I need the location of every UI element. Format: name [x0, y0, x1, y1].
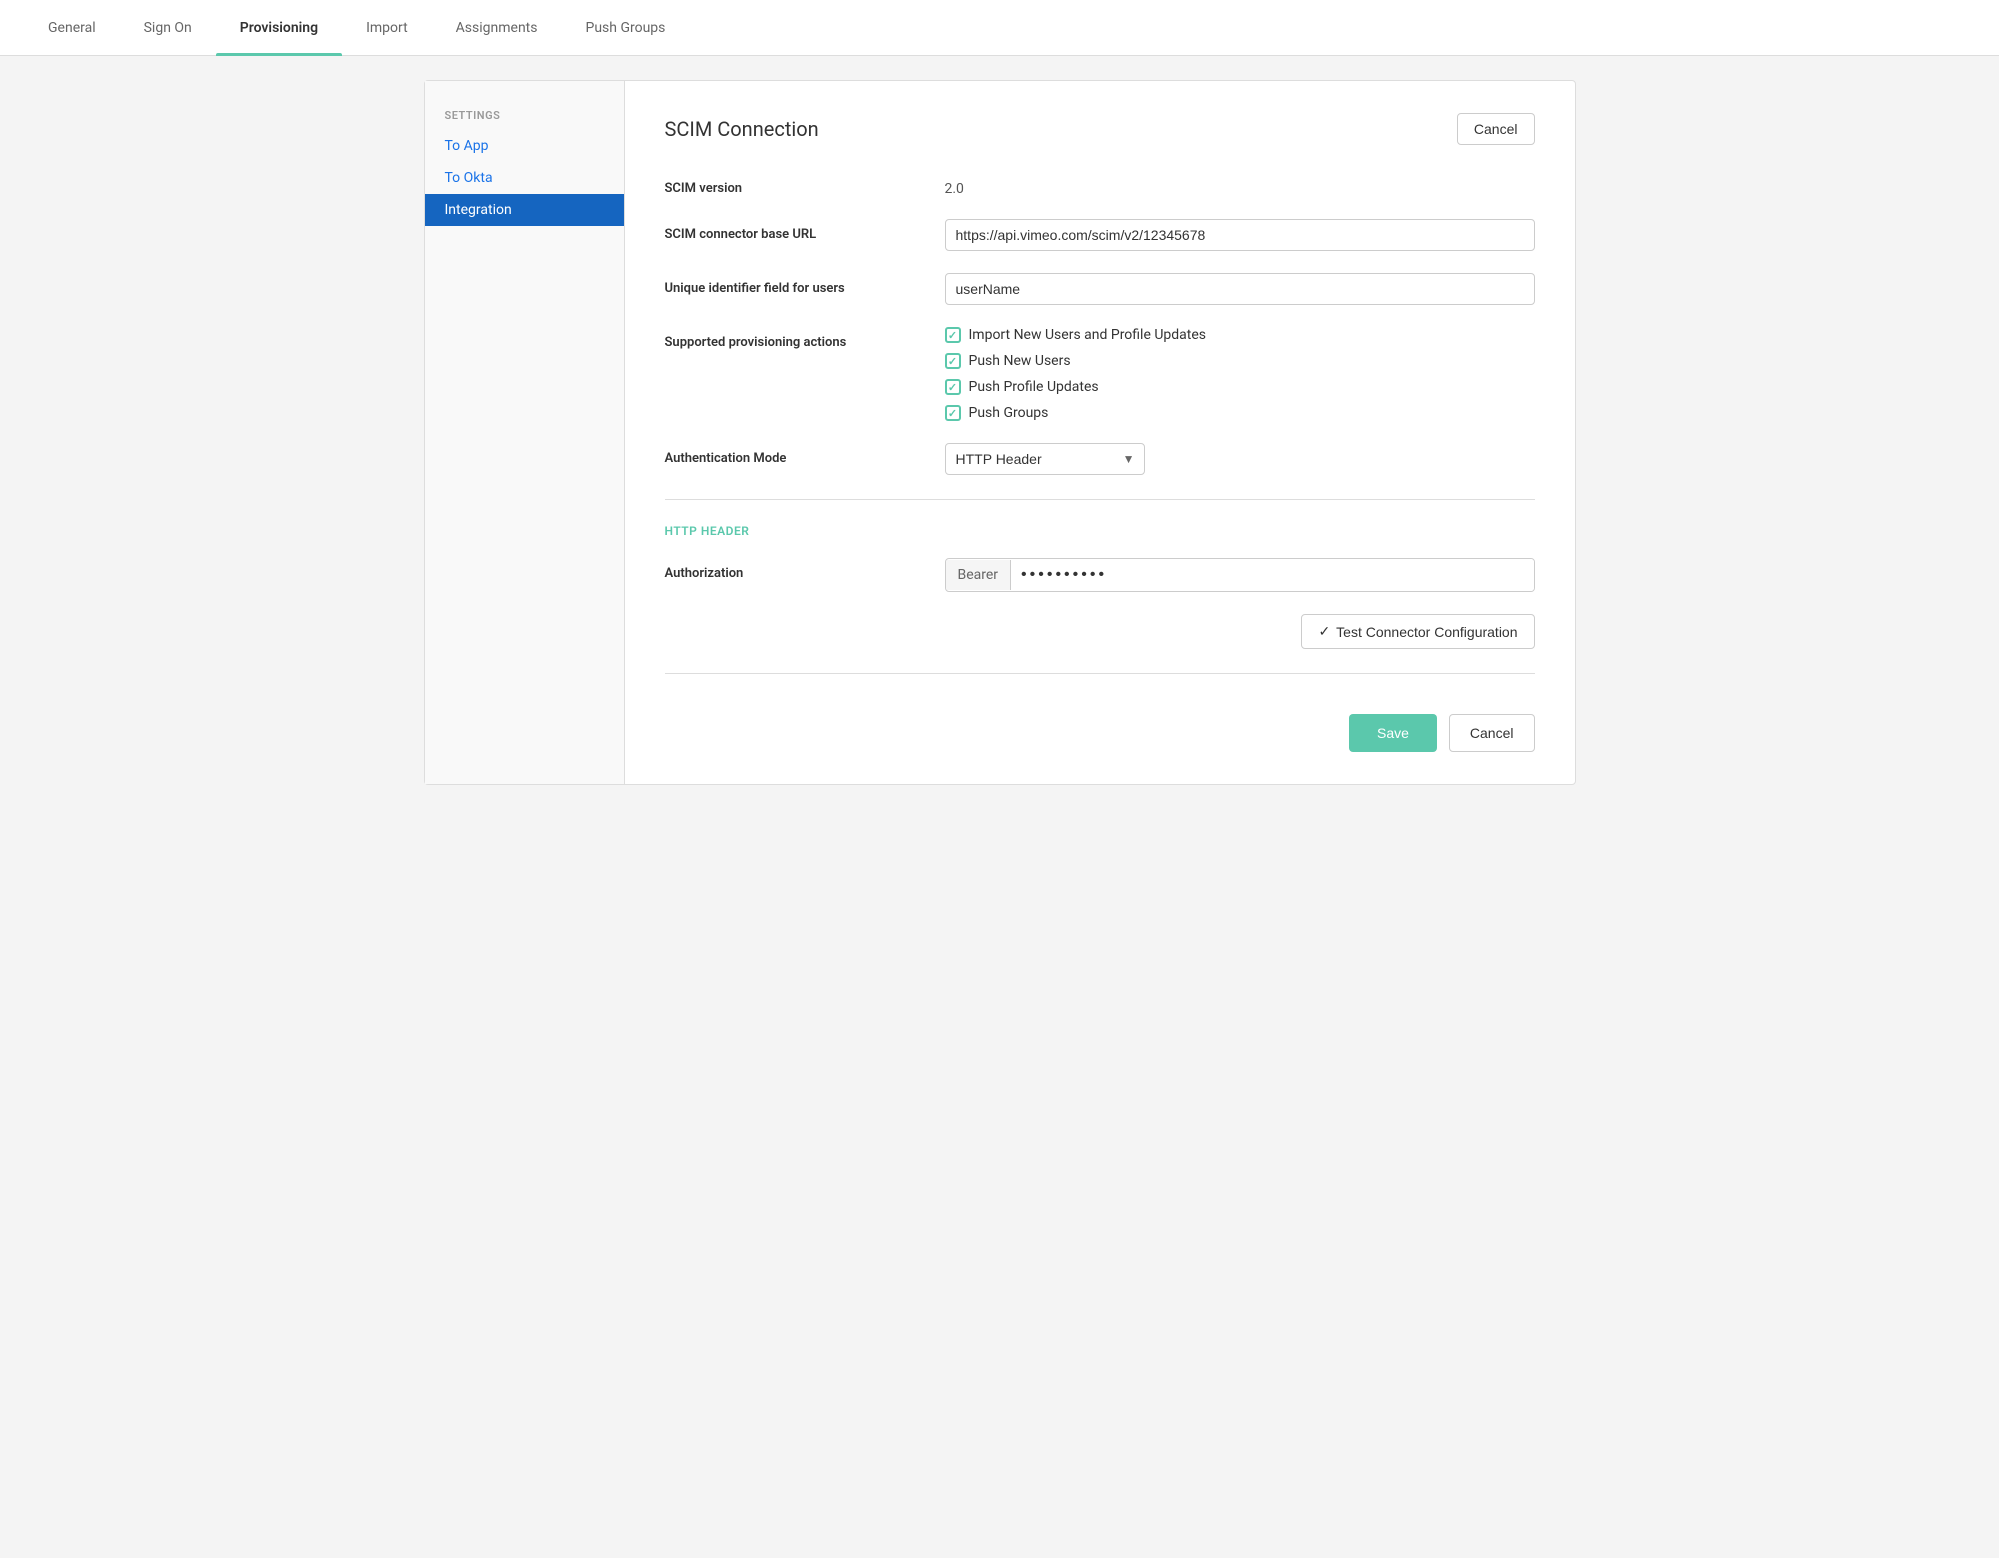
checkbox-push-groups[interactable]: ✓ [945, 405, 961, 421]
checkbox-label-import-new-users: Import New Users and Profile Updates [969, 327, 1207, 343]
unique-id-label: Unique identifier field for users [665, 273, 945, 296]
test-connector-label: Test Connector Configuration [1336, 624, 1517, 640]
auth-mode-select[interactable]: HTTP HeaderBasic AuthOAuth 2.0 [945, 443, 1145, 475]
check-mark-icon: ✓ [948, 407, 957, 420]
authorization-row: Authorization Bearer [665, 558, 1535, 592]
checkbox-push-new-users[interactable]: ✓ [945, 353, 961, 369]
authorization-label: Authorization [665, 558, 945, 581]
scim-base-url-row: SCIM connector base URL [665, 219, 1535, 251]
content-wrapper: SETTINGS To AppTo OktaIntegration SCIM C… [424, 80, 1576, 785]
cancel-top-button[interactable]: Cancel [1457, 113, 1535, 145]
check-icon: ✓ [1318, 623, 1330, 640]
section-header: SCIM Connection Cancel [665, 113, 1535, 145]
main-content: SCIM Connection Cancel SCIM version 2.0 … [625, 81, 1575, 784]
checkbox-label-push-profile-updates: Push Profile Updates [969, 379, 1099, 395]
checkbox-push-profile-updates[interactable]: ✓ [945, 379, 961, 395]
nav-tab-sign-on[interactable]: Sign On [120, 0, 216, 56]
checkbox-label-push-new-users: Push New Users [969, 353, 1071, 369]
nav-tab-import[interactable]: Import [342, 0, 432, 56]
check-mark-icon: ✓ [948, 381, 957, 394]
check-mark-icon: ✓ [948, 329, 957, 342]
page-content: SETTINGS To AppTo OktaIntegration SCIM C… [400, 56, 1600, 809]
provisioning-actions-label: Supported provisioning actions [665, 327, 945, 350]
sidebar: SETTINGS To AppTo OktaIntegration [425, 81, 625, 784]
top-nav: GeneralSign OnProvisioningImportAssignme… [0, 0, 1999, 56]
auth-mode-row: Authentication Mode HTTP HeaderBasic Aut… [665, 443, 1535, 475]
divider [665, 499, 1535, 500]
nav-tab-provisioning[interactable]: Provisioning [216, 0, 342, 56]
save-button[interactable]: Save [1349, 714, 1437, 752]
section-title: SCIM Connection [665, 117, 819, 141]
unique-id-row: Unique identifier field for users [665, 273, 1535, 305]
checkbox-item-push-profile-updates: ✓ Push Profile Updates [945, 379, 1207, 395]
test-btn-row: ✓ Test Connector Configuration [665, 614, 1535, 649]
test-connector-button[interactable]: ✓ Test Connector Configuration [1301, 614, 1534, 649]
checkbox-item-push-groups: ✓ Push Groups [945, 405, 1207, 421]
auth-mode-label: Authentication Mode [665, 443, 945, 466]
sidebar-item-integration[interactable]: Integration [425, 194, 624, 226]
scim-version-row: SCIM version 2.0 [665, 173, 1535, 197]
auth-mode-select-wrapper: HTTP HeaderBasic AuthOAuth 2.0 ▼ [945, 443, 1145, 475]
scim-base-url-label: SCIM connector base URL [665, 219, 945, 242]
sidebar-heading: SETTINGS [425, 101, 624, 130]
cancel-bottom-button[interactable]: Cancel [1449, 714, 1535, 752]
checkbox-group: ✓ Import New Users and Profile Updates ✓ Pu… [945, 327, 1207, 421]
auth-field: Bearer [945, 558, 1535, 592]
unique-id-input[interactable] [945, 273, 1535, 305]
checkbox-item-import-new-users: ✓ Import New Users and Profile Updates [945, 327, 1207, 343]
http-header-title: HTTP HEADER [665, 524, 1535, 538]
scim-version-value: 2.0 [945, 173, 1535, 197]
checkbox-import-new-users[interactable]: ✓ [945, 327, 961, 343]
http-header-section: HTTP HEADER Authorization Bearer ✓ Test … [665, 524, 1535, 649]
bottom-divider [665, 673, 1535, 674]
token-input[interactable] [1011, 559, 1533, 591]
nav-tab-assignments[interactable]: Assignments [432, 0, 562, 56]
nav-tab-push-groups[interactable]: Push Groups [562, 0, 690, 56]
bearer-prefix: Bearer [946, 560, 1012, 590]
sidebar-item-to-okta[interactable]: To Okta [425, 162, 624, 194]
nav-tab-general[interactable]: General [24, 0, 120, 56]
check-mark-icon: ✓ [948, 355, 957, 368]
checkbox-label-push-groups: Push Groups [969, 405, 1049, 421]
scim-base-url-input[interactable] [945, 219, 1535, 251]
provisioning-actions-row: Supported provisioning actions ✓ Import N… [665, 327, 1535, 421]
checkbox-item-push-new-users: ✓ Push New Users [945, 353, 1207, 369]
scim-version-label: SCIM version [665, 173, 945, 196]
action-row: Save Cancel [665, 698, 1535, 752]
sidebar-item-to-app[interactable]: To App [425, 130, 624, 162]
